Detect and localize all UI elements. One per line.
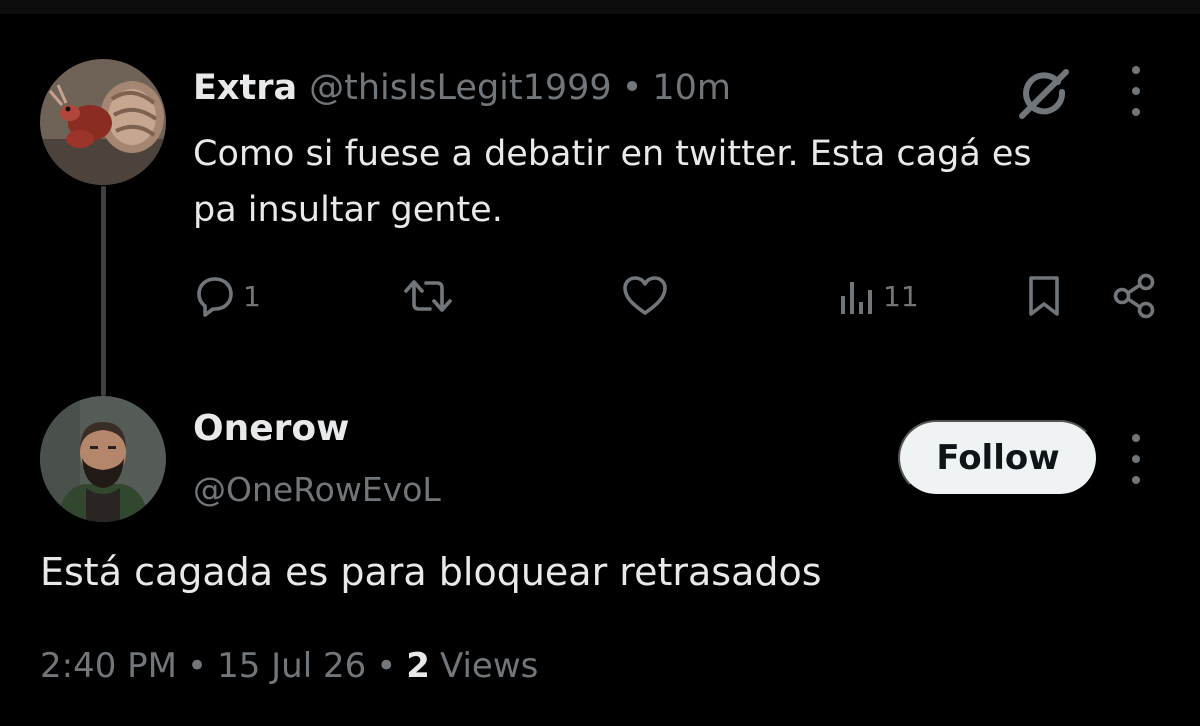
tweet-text: Está cagada es para bloquear retrasados [40, 550, 822, 594]
heart-icon [623, 276, 667, 315]
like-button[interactable] [622, 274, 674, 318]
tweet-text: Como si fuese a debatir en twitter. Esta… [193, 126, 1153, 238]
bookmark-icon [1029, 276, 1059, 316]
display-name[interactable]: Onerow [193, 408, 349, 449]
bookmark-button[interactable] [1026, 274, 1062, 318]
follow-button[interactable]: Follow [898, 420, 1098, 496]
retweet-button[interactable] [404, 274, 458, 318]
reply-count: 1 [243, 279, 261, 313]
tweet-time[interactable]: 2:40 PM [40, 646, 177, 686]
analytics-icon [841, 282, 872, 314]
bearded-man-avatar [40, 396, 166, 522]
separator-dot: • [621, 68, 643, 108]
views-label[interactable]: Views [440, 646, 538, 686]
views-button[interactable]: 11 [837, 274, 919, 318]
separator-dot: • [187, 646, 208, 686]
tweet-text-line: Como si fuese a debatir en twitter. Esta… [193, 134, 1032, 174]
reply-icon [197, 277, 233, 317]
hermit-crab-avatar [40, 59, 166, 185]
top-strip [0, 0, 1200, 14]
tweet-date[interactable]: 15 Jul 26 [217, 646, 366, 686]
share-icon [1113, 273, 1155, 319]
views-count: 11 [883, 279, 919, 313]
retweet-icon [404, 280, 452, 312]
tweet-time[interactable]: 10m [652, 68, 731, 108]
more-icon[interactable] [1124, 66, 1148, 116]
share-button[interactable] [1110, 272, 1158, 320]
thread-line [101, 186, 106, 396]
user-handle[interactable]: @OneRowEvoL [193, 470, 441, 509]
more-icon[interactable] [1124, 434, 1148, 484]
grok-icon[interactable] [1014, 66, 1074, 122]
reply-button[interactable]: 1 [193, 274, 261, 318]
tweet-header: Extra @thisIsLegit1999 • 10m [193, 62, 731, 114]
user-handle[interactable]: @thisIsLegit1999 [309, 68, 612, 108]
avatar-extra[interactable] [40, 59, 166, 185]
views-count[interactable]: 2 [406, 646, 430, 686]
display-name[interactable]: Extra [193, 68, 297, 108]
avatar-onerow[interactable] [40, 396, 166, 522]
tweet-meta: 2:40 PM • 15 Jul 26 • 2 Views [40, 646, 538, 686]
tweet-text-line: pa insultar gente. [193, 190, 503, 230]
separator-dot: • [376, 646, 397, 686]
